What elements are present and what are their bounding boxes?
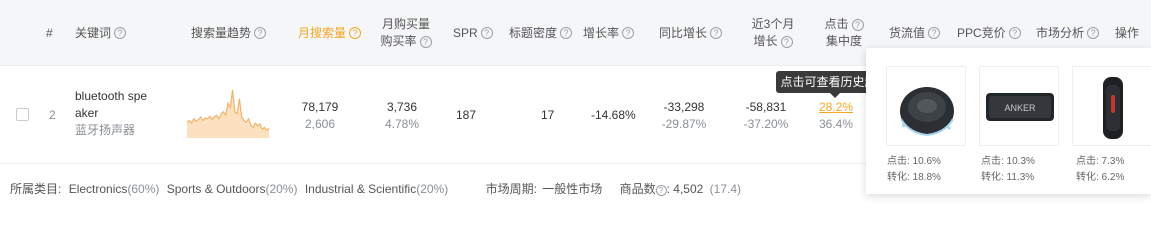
spr-value: 187 xyxy=(456,108,477,122)
keyword-text-cont: aker xyxy=(75,106,99,120)
header-index: # xyxy=(46,25,53,40)
category-link-industrial[interactable]: Industrial & Scientific(20%) xyxy=(305,182,448,196)
header-click-concentration[interactable]: 点击? 集中度 xyxy=(820,0,868,66)
header-recent3[interactable]: 近3个月 增长? xyxy=(744,0,802,66)
header-search-trend[interactable]: 搜索量趋势? xyxy=(191,0,267,66)
product-count-value: : 4,502 xyxy=(666,182,704,196)
growth-rate-value: -14.68% xyxy=(591,108,636,122)
keyword-translation: 蓝牙扬声器 xyxy=(75,123,136,137)
help-icon[interactable]: ? xyxy=(928,27,941,39)
product-count-sub: (17.4) xyxy=(709,182,742,196)
header-spr[interactable]: SPR? xyxy=(453,0,493,66)
product-stats-3: 点击: 7.3% 转化: 6.2% xyxy=(1076,156,1125,183)
product-thumbnail-3[interactable] xyxy=(1072,66,1151,146)
market-cycle-value: 一般性市场 xyxy=(542,182,603,196)
product-thumbnail-2[interactable]: ANKER xyxy=(979,66,1059,146)
search-trend-sparkline[interactable] xyxy=(185,88,271,140)
help-icon[interactable]: ? xyxy=(851,18,864,31)
help-icon[interactable]: ? xyxy=(1008,27,1021,39)
header-title-density[interactable]: 标题密度? xyxy=(509,0,573,66)
sparkline-chart xyxy=(186,89,270,138)
help-icon[interactable]: ? xyxy=(349,27,362,39)
yoy-cell: -33,298 -29.87% xyxy=(661,100,707,131)
monthly-purchase-cell: 3,736 4.78% xyxy=(384,100,420,131)
title-density-value: 17 xyxy=(541,108,555,122)
click-concentration-cell[interactable]: 28.2% 36.4% xyxy=(813,99,859,133)
help-icon[interactable]: ? xyxy=(1087,27,1100,39)
product-count-label: 商品数 xyxy=(619,182,656,196)
monthly-search-cell: 78,179 2,606 xyxy=(301,100,339,131)
help-icon[interactable]: ? xyxy=(710,27,723,39)
header-yoy[interactable]: 同比增长? xyxy=(659,0,723,66)
keyword-cell[interactable]: bluetooth spe aker 蓝牙扬声器 xyxy=(75,88,175,139)
product-stats-2: 点击: 10.3% 转化: 11.3% xyxy=(981,156,1035,183)
help-icon[interactable]: ? xyxy=(419,35,432,48)
sparkline-area xyxy=(187,90,269,138)
category-label: 所属类目: xyxy=(10,182,62,196)
product-image-speaker-tube xyxy=(1103,77,1123,139)
header-monthly-purchase[interactable]: 月购买量 购买率? xyxy=(378,0,434,66)
help-icon[interactable]: ? xyxy=(480,27,493,39)
product-image-speaker-round xyxy=(900,87,954,137)
row-index: 2 xyxy=(49,108,56,122)
top-products-popover: ANKER 点击: 10.6% 转化: 18.8% 点击: 10.3% 转化: … xyxy=(866,48,1151,194)
row-checkbox[interactable] xyxy=(16,108,29,121)
keyword-meta-footer: 所属类目: Electronics(60%) Sports & Outdoors… xyxy=(10,180,741,197)
product-image-speaker-bar: ANKER xyxy=(986,93,1054,121)
product-stats-1: 点击: 10.6% 转化: 18.8% xyxy=(887,156,941,183)
keyword-text: bluetooth spe xyxy=(75,89,148,103)
help-icon[interactable]: ? xyxy=(655,185,667,196)
help-icon[interactable]: ? xyxy=(114,27,127,39)
recent3-cell: -58,831 -37.20% xyxy=(743,100,789,131)
category-link-electronics[interactable]: Electronics(60%) xyxy=(69,182,160,196)
market-cycle-label: 市场周期: xyxy=(485,182,537,196)
click-concentration-link[interactable]: 28.2% xyxy=(813,99,859,116)
help-icon[interactable]: ? xyxy=(622,27,635,39)
header-growth-rate[interactable]: 增长率? xyxy=(583,0,635,66)
help-icon[interactable]: ? xyxy=(780,35,793,48)
product-thumbnail-1[interactable] xyxy=(886,66,966,146)
category-link-sports[interactable]: Sports & Outdoors(20%) xyxy=(167,182,298,196)
header-keyword[interactable]: 关键词? xyxy=(75,0,127,66)
help-icon[interactable]: ? xyxy=(560,27,573,39)
product-brand-label: ANKER xyxy=(1004,103,1036,113)
help-icon[interactable]: ? xyxy=(254,27,267,39)
header-monthly-search[interactable]: 月搜索量? xyxy=(298,0,362,66)
